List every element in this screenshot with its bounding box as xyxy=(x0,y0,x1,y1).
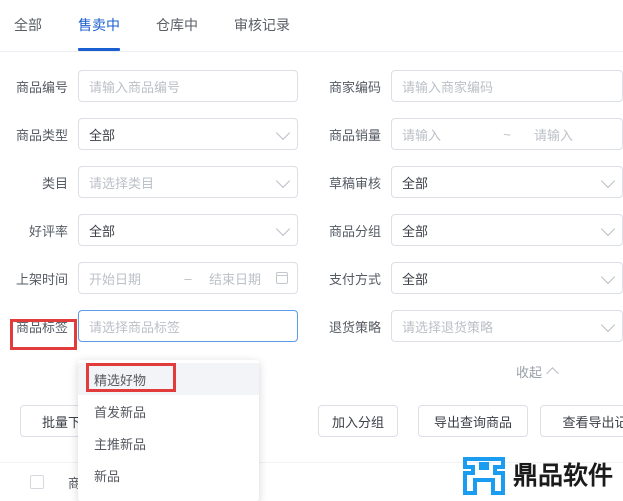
add-to-group-button[interactable]: 加入分组 xyxy=(318,405,398,437)
chevron-down-icon xyxy=(600,317,616,333)
listing-time-daterange[interactable]: 开始日期 – 结束日期 xyxy=(78,262,298,294)
field-product-sales: 商品销量 请输入 ~ 请输入 xyxy=(313,118,623,150)
chevron-down-icon xyxy=(600,269,616,285)
tab-warehouse[interactable]: 仓库中 xyxy=(156,0,198,51)
field-listing-time: 上架时间 开始日期 – 结束日期 xyxy=(0,262,313,294)
field-praise-rate-label: 好评率 xyxy=(28,223,68,239)
listing-time-start-placeholder[interactable]: 开始日期 xyxy=(89,269,167,288)
tab-all-label: 全部 xyxy=(14,17,42,33)
filter-form: 商品编号 请输入商品编号 商家编码 请输入商家编码 商品类型 全部 商品销量 请… xyxy=(0,62,623,350)
filter-row-3: 类目 请选择类目 草稿审核 全部 xyxy=(0,158,623,206)
field-payment-method-label: 支付方式 xyxy=(328,271,381,287)
filter-row-2: 商品类型 全部 商品销量 请输入 ~ 请输入 xyxy=(0,110,623,158)
praise-rate-select[interactable]: 全部 xyxy=(78,214,298,246)
dropdown-option-main-push[interactable]: 主推新品 xyxy=(78,427,259,459)
field-product-tag: 商品标签 请选择商品标签 xyxy=(0,310,313,342)
field-product-tag-label: 商品标签 xyxy=(15,319,68,335)
dropdown-option-first-launch[interactable]: 首发新品 xyxy=(78,395,259,427)
product-code-input[interactable]: 请输入商品编号 xyxy=(78,70,298,102)
return-policy-select[interactable]: 请选择退货策略 xyxy=(391,310,623,342)
field-return-policy-label: 退货策略 xyxy=(328,319,381,335)
field-listing-time-label: 上架时间 xyxy=(15,271,68,287)
chevron-down-icon xyxy=(600,221,616,237)
field-merchant-code: 商家编码 请输入商家编码 xyxy=(313,70,623,102)
filter-row-5: 上架时间 开始日期 – 结束日期 支付方式 全部 xyxy=(0,254,623,302)
product-sales-min-placeholder[interactable]: 请输入 xyxy=(402,125,480,144)
chevron-up-icon xyxy=(546,367,559,380)
watermark-text: 鼎品软件 xyxy=(512,461,613,490)
product-type-value: 全部 xyxy=(89,127,116,143)
field-return-policy: 退货策略 请选择退货策略 xyxy=(313,310,623,342)
tab-audit-records[interactable]: 审核记录 xyxy=(234,0,290,51)
export-query-products-button[interactable]: 导出查询商品 xyxy=(418,405,528,437)
product-tag-select[interactable]: 请选择商品标签 xyxy=(78,310,298,342)
field-merchant-code-label: 商家编码 xyxy=(328,79,381,95)
product-sales-max-placeholder[interactable]: 请输入 xyxy=(534,125,612,144)
draft-audit-value: 全部 xyxy=(402,175,429,191)
filter-row-1: 商品编号 请输入商品编号 商家编码 请输入商家编码 xyxy=(0,62,623,110)
return-policy-placeholder: 请选择退货策略 xyxy=(402,319,494,335)
category-select[interactable]: 请选择类目 xyxy=(78,166,298,198)
chevron-down-icon xyxy=(275,173,291,189)
product-tag-dropdown[interactable]: 精选好物 首发新品 主推新品 新品 xyxy=(78,360,259,501)
field-product-code: 商品编号 请输入商品编号 xyxy=(0,70,313,102)
dropdown-option-new[interactable]: 新品 xyxy=(78,459,259,491)
merchant-code-input[interactable]: 请输入商家编码 xyxy=(391,70,623,102)
product-tag-placeholder: 请选择商品标签 xyxy=(89,319,181,335)
tab-warehouse-label: 仓库中 xyxy=(156,17,198,33)
tab-on-sale-label: 售卖中 xyxy=(78,17,120,33)
tab-bar: 全部 售卖中 仓库中 审核记录 xyxy=(0,0,623,52)
field-payment-method: 支付方式 全部 xyxy=(313,262,623,294)
field-product-type: 商品类型 全部 xyxy=(0,118,313,150)
payment-method-select[interactable]: 全部 xyxy=(391,262,623,294)
field-product-code-label: 商品编号 xyxy=(15,79,68,95)
field-product-group-label: 商品分组 xyxy=(328,223,381,239)
praise-rate-value: 全部 xyxy=(89,223,116,239)
field-praise-rate: 好评率 全部 xyxy=(0,214,313,246)
filter-row-4: 好评率 全部 商品分组 全部 xyxy=(0,206,623,254)
field-category-label: 类目 xyxy=(41,175,68,191)
collapse-label: 收起 xyxy=(515,365,542,380)
draft-audit-select[interactable]: 全部 xyxy=(391,166,623,198)
field-product-group: 商品分组 全部 xyxy=(313,214,623,246)
product-group-value: 全部 xyxy=(402,223,429,239)
merchant-code-placeholder: 请输入商家编码 xyxy=(402,79,494,95)
collapse-filters-button[interactable]: 收起 xyxy=(515,362,559,381)
tab-audit-records-label: 审核记录 xyxy=(234,17,290,33)
field-product-type-label: 商品类型 xyxy=(15,127,68,143)
chevron-down-icon xyxy=(275,125,291,141)
tab-all[interactable]: 全部 xyxy=(14,0,42,51)
chevron-down-icon xyxy=(600,173,616,189)
field-draft-audit-label: 草稿审核 xyxy=(328,175,381,191)
calendar-icon xyxy=(276,272,288,284)
product-sales-range[interactable]: 请输入 ~ 请输入 xyxy=(391,118,623,150)
watermark: 鼎品软件 xyxy=(462,456,613,496)
field-category: 类目 请选择类目 xyxy=(0,166,313,198)
tab-on-sale[interactable]: 售卖中 xyxy=(78,0,120,51)
product-type-select[interactable]: 全部 xyxy=(78,118,298,150)
product-group-select[interactable]: 全部 xyxy=(391,214,623,246)
product-code-placeholder: 请输入商品编号 xyxy=(89,79,181,95)
range-separator: ~ xyxy=(503,126,511,142)
chevron-down-icon xyxy=(275,221,291,237)
category-placeholder: 请选择类目 xyxy=(89,175,155,191)
field-product-sales-label: 商品销量 xyxy=(328,127,381,143)
dropdown-option-featured[interactable]: 精选好物 xyxy=(78,363,259,395)
dingpin-logo-icon xyxy=(462,457,505,495)
select-all-checkbox[interactable] xyxy=(30,475,44,489)
filter-row-6: 商品标签 请选择商品标签 退货策略 请选择退货策略 xyxy=(0,302,623,350)
view-export-records-button[interactable]: 查看导出记 xyxy=(540,405,623,437)
field-draft-audit: 草稿审核 全部 xyxy=(313,166,623,198)
daterange-separator: – xyxy=(184,270,192,286)
payment-method-value: 全部 xyxy=(402,271,429,287)
